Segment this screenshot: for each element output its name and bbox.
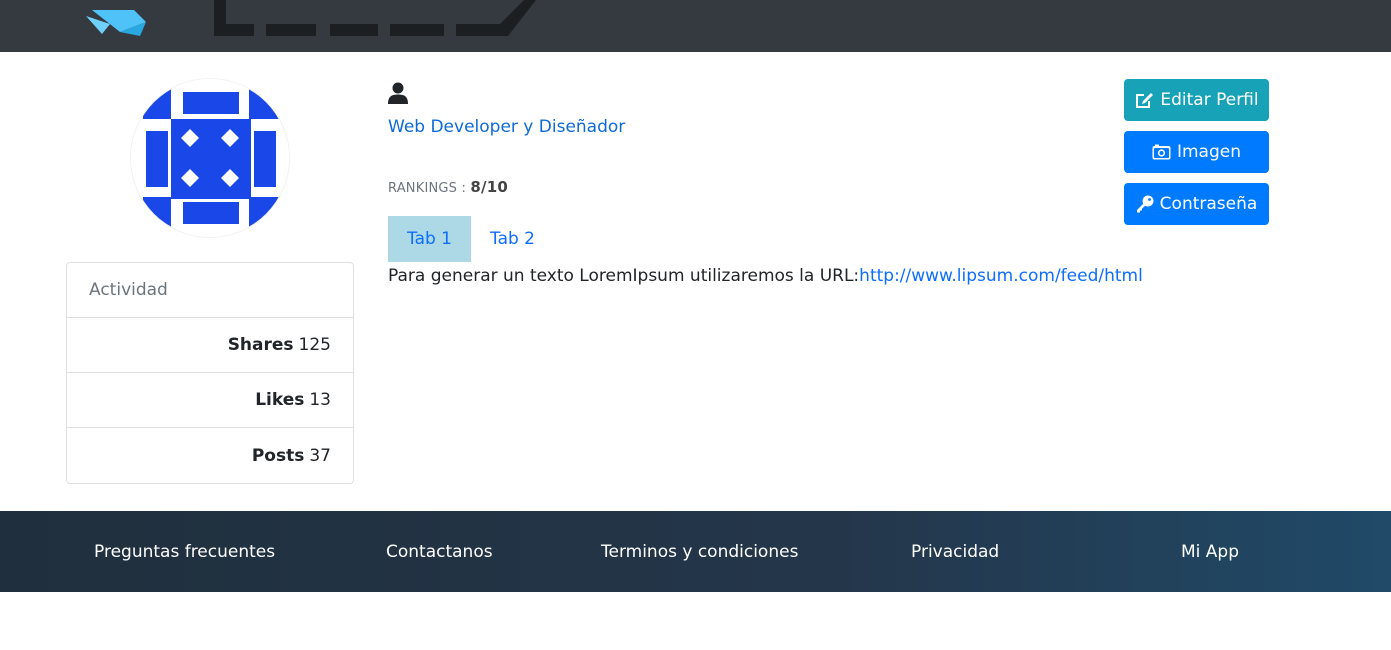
- camera-icon: [1152, 144, 1171, 160]
- footer-link-contact[interactable]: Contactanos: [386, 511, 493, 592]
- stat-value: 13: [309, 390, 331, 410]
- tab-1[interactable]: Tab 1: [388, 216, 471, 262]
- stat-value: 125: [298, 335, 331, 355]
- password-button[interactable]: Contraseña: [1124, 183, 1269, 225]
- footer-link-myapp[interactable]: Mi App: [1181, 511, 1239, 592]
- tab-content-text: Para generar un texto LoremIpsum utiliza…: [388, 266, 860, 286]
- image-label: Imagen: [1176, 142, 1241, 162]
- stat-row-likes: Likes 13: [67, 373, 353, 428]
- identicon-avatar: [131, 79, 289, 237]
- stat-row-posts: Posts 37: [67, 428, 353, 483]
- stat-label: Posts: [251, 445, 305, 466]
- avatar: [130, 78, 290, 238]
- footer-link-faq[interactable]: Preguntas frecuentes: [94, 511, 275, 592]
- stat-label: Shares: [227, 335, 294, 355]
- user-role: Web Developer y Diseñador: [388, 117, 626, 137]
- lipsum-link[interactable]: http://www.lipsum.com/feed/html: [859, 266, 1143, 286]
- rankings: RANKINGS : 8/10: [388, 178, 508, 196]
- edit-icon: [1136, 93, 1154, 108]
- rankings-label: RANKINGS :: [388, 181, 471, 196]
- footer-link-terms[interactable]: Terminos y condiciones: [601, 511, 798, 592]
- edit-profile-label: Editar Perfil: [1160, 90, 1259, 110]
- footer: Preguntas frecuentes Contactanos Termino…: [0, 511, 1391, 592]
- stat-label: Likes: [255, 390, 305, 410]
- activity-title: Actividad: [67, 263, 353, 318]
- stat-value: 37: [309, 445, 331, 466]
- key-icon: [1136, 195, 1154, 213]
- activity-card: Actividad Shares 125 Likes 13 Posts 37: [66, 262, 354, 484]
- footer-link-privacy[interactable]: Privacidad: [911, 511, 999, 592]
- image-button[interactable]: Imagen: [1124, 131, 1269, 173]
- profile-tabs: Tab 1 Tab 2: [388, 216, 554, 262]
- rankings-value: 8/10: [470, 178, 508, 196]
- password-label: Contraseña: [1159, 194, 1258, 214]
- tab-2[interactable]: Tab 2: [471, 216, 554, 262]
- user-icon: [388, 82, 408, 104]
- top-navbar: [0, 0, 1391, 52]
- edit-profile-button[interactable]: Editar Perfil: [1124, 79, 1269, 121]
- stat-row-shares: Shares 125: [67, 318, 353, 373]
- tab-content: Para generar un texto LoremIpsum utiliza…: [388, 266, 1143, 286]
- brand-logo[interactable]: [80, 0, 540, 40]
